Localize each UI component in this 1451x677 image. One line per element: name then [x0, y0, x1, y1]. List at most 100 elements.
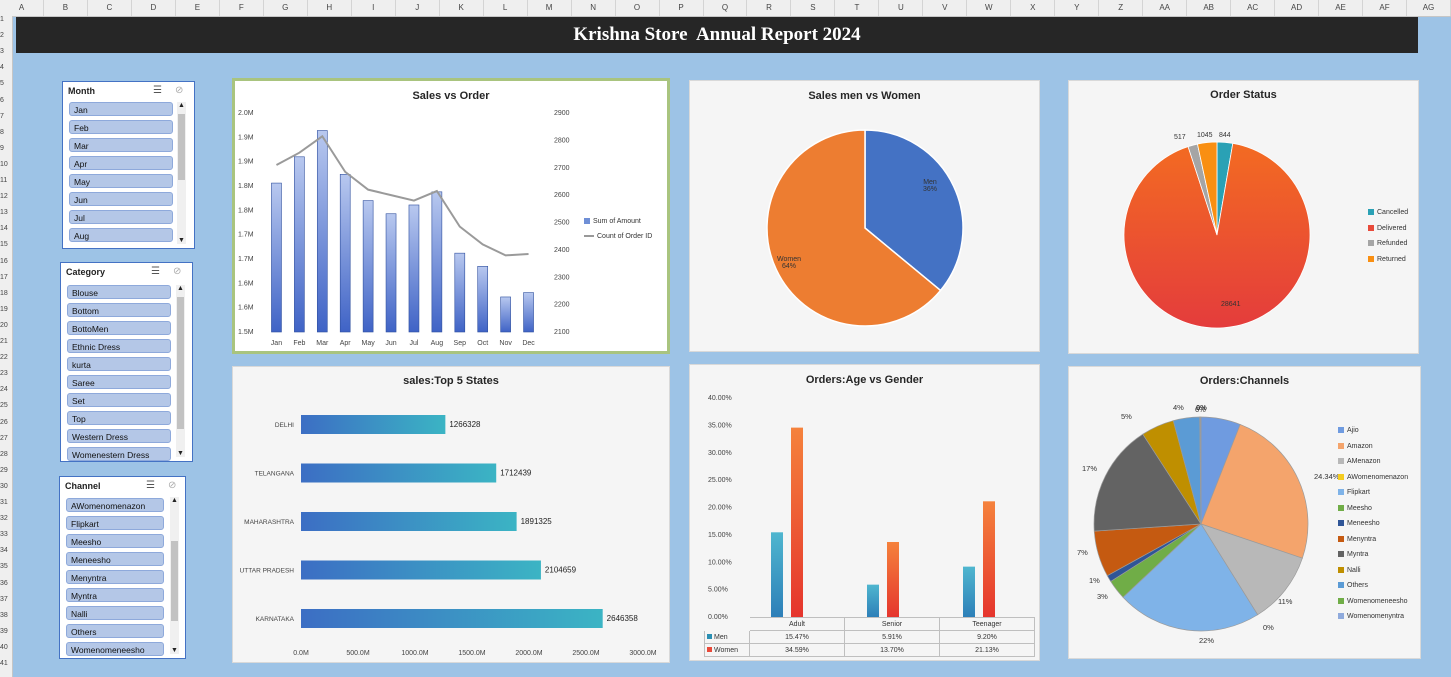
row-header[interactable]: 39 [0, 628, 12, 635]
scroll-thumb[interactable] [178, 114, 185, 180]
multi-select-icon[interactable]: ☰ [146, 480, 155, 491]
slicer-item-feb[interactable]: Feb [69, 120, 173, 134]
scroll-up-icon[interactable]: ▲ [177, 102, 186, 109]
scroll-up-icon[interactable]: ▲ [170, 497, 179, 504]
row-header[interactable]: 4 [0, 64, 12, 71]
column-header[interactable]: X [1011, 0, 1056, 16]
slicer-item-kurta[interactable]: kurta [67, 357, 171, 371]
column-header[interactable]: K [440, 0, 484, 16]
slicer-item-awomenomenazon[interactable]: AWomenomenazon [66, 498, 164, 512]
slicer-item-set[interactable]: Set [67, 393, 171, 407]
scroll-down-icon[interactable]: ▼ [176, 450, 185, 457]
row-header[interactable]: 23 [0, 370, 12, 377]
column-header[interactable]: E [176, 0, 220, 16]
scroll-down-icon[interactable]: ▼ [177, 237, 186, 244]
row-header[interactable]: 19 [0, 306, 12, 313]
column-header[interactable]: AB [1187, 0, 1232, 16]
row-header[interactable]: 29 [0, 467, 12, 474]
top-states-chart[interactable]: sales:Top 5 States DELHI 1266328 TELANGANA… [232, 366, 670, 663]
column-header[interactable]: T [835, 0, 880, 16]
column-header[interactable]: S [791, 0, 836, 16]
column-header[interactable]: G [264, 0, 308, 16]
row-header[interactable]: 18 [0, 290, 12, 297]
column-header[interactable]: Q [704, 0, 748, 16]
row-header[interactable]: 2 [0, 32, 12, 39]
channel-slicer[interactable]: Channel ☰ ⊘ AWomenomenazon Flipkart Meesho… [59, 476, 186, 659]
column-header[interactable]: U [879, 0, 924, 16]
slicer-item-apr[interactable]: Apr [69, 156, 173, 170]
row-header[interactable]: 40 [0, 644, 12, 651]
row-header[interactable]: 38 [0, 612, 12, 619]
column-header[interactable]: J [396, 0, 440, 16]
row-header[interactable]: 37 [0, 596, 12, 603]
row-header[interactable]: 6 [0, 97, 12, 104]
row-header[interactable]: 26 [0, 419, 12, 426]
column-header[interactable]: V [923, 0, 968, 16]
slicer-item-bottomen[interactable]: BottoMen [67, 321, 171, 335]
category-slicer-scrollbar[interactable]: ▲ ▼ [176, 285, 185, 457]
row-header[interactable]: 41 [0, 660, 12, 667]
row-header[interactable]: 13 [0, 209, 12, 216]
row-header[interactable]: 5 [0, 80, 12, 87]
clear-filter-icon[interactable]: ⊘ [173, 266, 181, 277]
column-header[interactable]: H [308, 0, 352, 16]
column-header[interactable]: Z [1099, 0, 1144, 16]
column-header[interactable]: AC [1231, 0, 1276, 16]
slicer-item-aug[interactable]: Aug [69, 228, 173, 242]
scroll-thumb[interactable] [177, 297, 184, 429]
row-header[interactable]: 22 [0, 354, 12, 361]
column-header[interactable]: AD [1275, 0, 1320, 16]
row-header[interactable]: 25 [0, 402, 12, 409]
column-header[interactable]: W [967, 0, 1012, 16]
row-header[interactable]: 9 [0, 145, 12, 152]
row-header[interactable]: 32 [0, 515, 12, 522]
column-header[interactable]: AG [1407, 0, 1451, 16]
row-header[interactable]: 10 [0, 161, 12, 168]
slicer-item-womenomeneesho[interactable]: Womenomeneesho [66, 642, 164, 656]
column-header[interactable]: N [572, 0, 616, 16]
column-header[interactable]: I [352, 0, 396, 16]
scroll-up-icon[interactable]: ▲ [176, 285, 185, 292]
row-header[interactable]: 17 [0, 274, 12, 281]
age-gender-chart[interactable]: Orders:Age vs Gender 40.00% 35.00% 30.00% 2… [689, 364, 1040, 661]
row-header[interactable]: 36 [0, 580, 12, 587]
slicer-item-menyntra[interactable]: Menyntra [66, 570, 164, 584]
sales-vs-order-chart[interactable]: Sales vs Order 2.0M 1.9M 1.9M 1.8M 1.8M 1.7M 1… [232, 78, 670, 354]
slicer-item-top[interactable]: Top [67, 411, 171, 425]
clear-filter-icon[interactable]: ⊘ [168, 480, 176, 491]
month-slicer-scrollbar[interactable]: ▲ ▼ [177, 102, 186, 244]
column-header[interactable]: B [44, 0, 88, 16]
row-header[interactable]: 31 [0, 499, 12, 506]
multi-select-icon[interactable]: ☰ [151, 266, 160, 277]
scroll-down-icon[interactable]: ▼ [170, 647, 179, 654]
column-header[interactable]: O [616, 0, 660, 16]
slicer-item-ethnic-dress[interactable]: Ethnic Dress [67, 339, 171, 353]
row-header[interactable]: 34 [0, 547, 12, 554]
multi-select-icon[interactable]: ☰ [153, 85, 162, 96]
column-header[interactable]: M [528, 0, 572, 16]
slicer-item-meesho[interactable]: Meesho [66, 534, 164, 548]
row-header[interactable]: 7 [0, 113, 12, 120]
column-header[interactable]: D [132, 0, 176, 16]
gender-sales-chart[interactable]: Sales men vs Women Men 36% Women 64% [689, 80, 1040, 352]
row-header[interactable]: 20 [0, 322, 12, 329]
slicer-item-meneesho[interactable]: Meneesho [66, 552, 164, 566]
row-header[interactable]: 33 [0, 531, 12, 538]
slicer-item-flipkart[interactable]: Flipkart [66, 516, 164, 530]
row-header[interactable]: 27 [0, 435, 12, 442]
slicer-item-jul[interactable]: Jul [69, 210, 173, 224]
column-header[interactable]: A [0, 0, 44, 16]
slicer-item-bottom[interactable]: Bottom [67, 303, 171, 317]
slicer-item-nalli[interactable]: Nalli [66, 606, 164, 620]
slicer-item-jun[interactable]: Jun [69, 192, 173, 206]
row-header[interactable]: 16 [0, 258, 12, 265]
slicer-item-mar[interactable]: Mar [69, 138, 173, 152]
column-header[interactable]: C [88, 0, 132, 16]
row-header[interactable]: 3 [0, 48, 12, 55]
row-header[interactable]: 8 [0, 129, 12, 136]
column-header[interactable]: F [220, 0, 264, 16]
category-slicer[interactable]: Category ☰ ⊘ Blouse Bottom BottoMen Ethnic … [60, 262, 193, 462]
column-header[interactable]: R [747, 0, 792, 16]
row-header[interactable]: 35 [0, 563, 12, 570]
column-header[interactable]: AE [1319, 0, 1364, 16]
